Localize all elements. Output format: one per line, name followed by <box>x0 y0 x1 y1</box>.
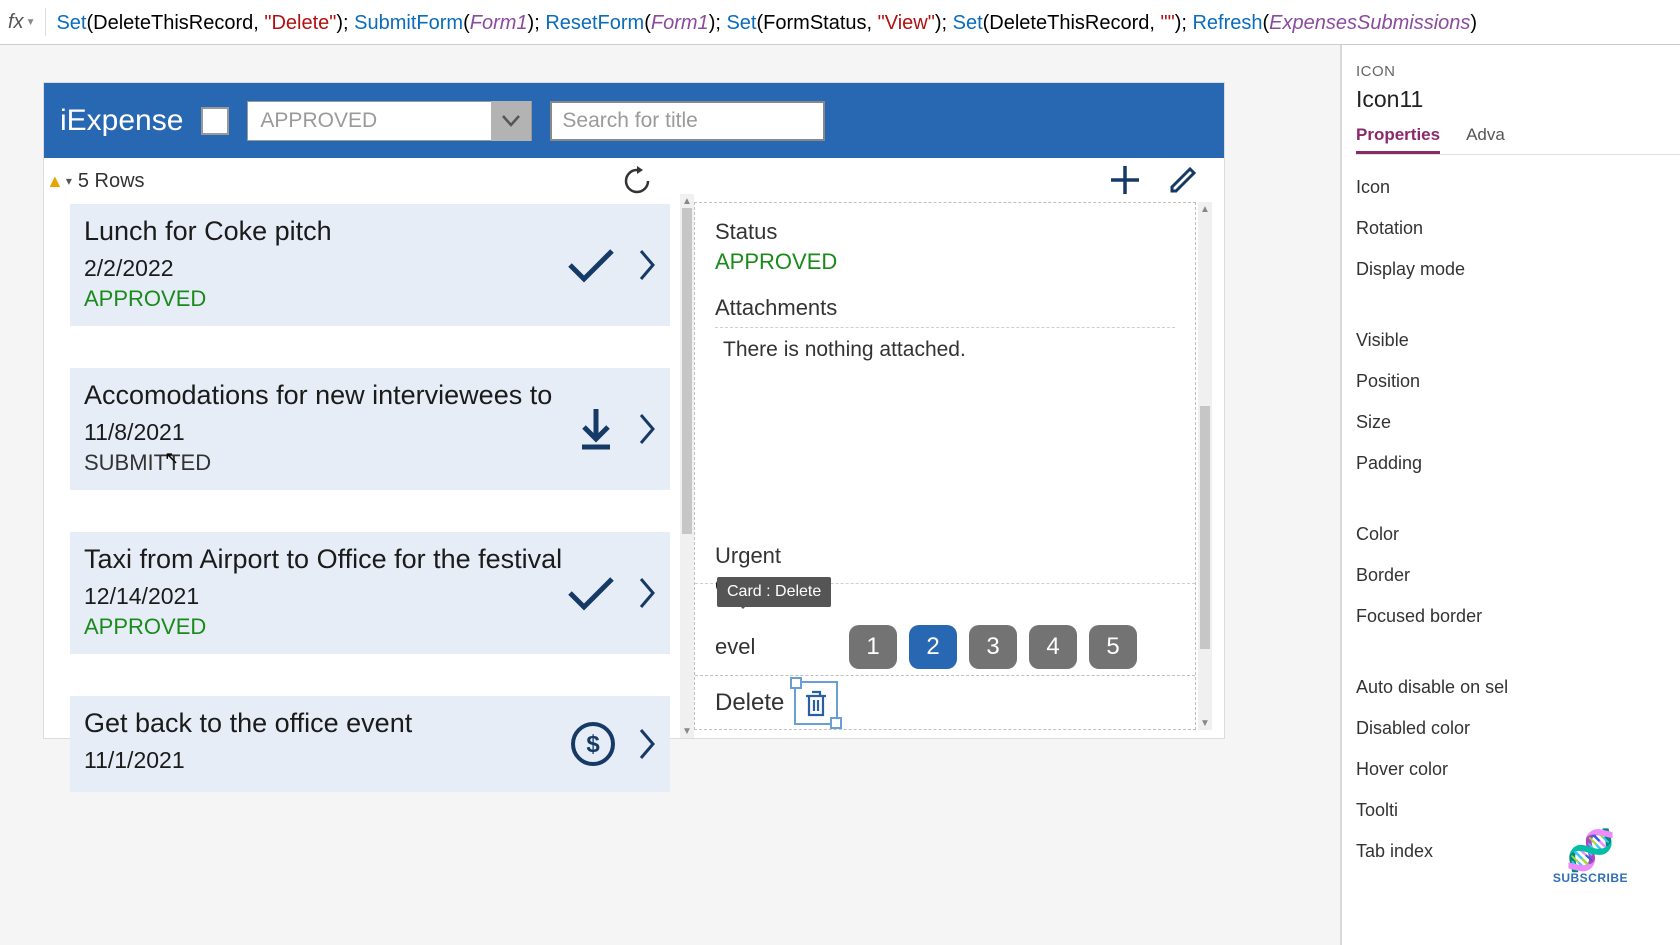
property-row[interactable]: Visible <box>1356 320 1680 361</box>
item-status: APPROVED <box>84 614 656 640</box>
item-title: Taxi from Airport to Office for the fest… <box>84 544 656 575</box>
item-status: SUBMITTED <box>84 450 656 476</box>
detail-form: Status APPROVED Attachments There is not… <box>694 202 1196 730</box>
attachments-label: Attachments <box>715 295 1175 321</box>
subscribe-text: SUBSCRIBE <box>1553 871 1628 885</box>
filter-checkbox[interactable] <box>201 107 229 135</box>
canvas: iExpense APPROVED ▲ ▾ 5 Rows <box>0 45 1340 945</box>
chevron-down-icon[interactable]: ▾ <box>66 174 72 188</box>
item-date: 11/8/2021 <box>84 419 656 446</box>
dna-icon: 🧬 <box>1553 831 1628 871</box>
property-row[interactable]: Border <box>1356 555 1680 596</box>
property-row[interactable]: Auto disable on sel <box>1356 667 1680 708</box>
level-button-3[interactable]: 3 <box>969 625 1017 669</box>
list-item[interactable]: Taxi from Airport to Office for the fest… <box>70 532 670 654</box>
list-item[interactable]: Accomodations for new interviewees to 11/… <box>70 368 670 490</box>
item-title: Lunch for Coke pitch <box>84 216 656 247</box>
tab-advanced[interactable]: Adva <box>1466 125 1505 154</box>
item-title: Accomodations for new interviewees to <box>84 380 656 411</box>
selection-handles[interactable] <box>794 681 838 725</box>
delete-label: Delete <box>715 689 784 717</box>
urgent-label: Urgent <box>715 543 781 569</box>
subscribe-watermark: 🧬 SUBSCRIBE <box>1553 831 1628 885</box>
chevron-down-icon[interactable]: ▼ <box>26 17 36 28</box>
status-value: APPROVED <box>715 249 1175 275</box>
trash-icon[interactable] <box>798 685 834 721</box>
dropdown-value: APPROVED <box>248 109 491 133</box>
formula-input[interactable]: Set(DeleteThisRecord, "Delete"); SubmitF… <box>56 10 1477 35</box>
list-item[interactable]: Lunch for Coke pitch2/2/2022APPROVED <box>70 204 670 326</box>
item-status: APPROVED <box>84 286 656 312</box>
fx-label[interactable]: fx ▼ <box>8 11 35 34</box>
formula-bar: fx ▼ Set(DeleteThisRecord, "Delete"); Su… <box>0 0 1680 45</box>
properties-panel: ICON Icon11 Properties Adva IconRotation… <box>1340 45 1680 945</box>
warning-icon: ▲ <box>46 171 64 192</box>
detail-scrollbar[interactable]: ▲ ▼ <box>1198 202 1212 730</box>
detail-panel: ▲ ▼ Status APPROVED Attachments There is… <box>694 158 1224 738</box>
tab-properties[interactable]: Properties <box>1356 125 1440 154</box>
property-row[interactable]: Size <box>1356 402 1680 443</box>
app-frame: iExpense APPROVED ▲ ▾ 5 Rows <box>44 83 1224 738</box>
scroll-thumb[interactable] <box>1200 406 1210 649</box>
chevron-right-icon[interactable] <box>638 727 656 761</box>
control-name[interactable]: Icon11 <box>1356 86 1680 113</box>
dollar-icon[interactable]: $ <box>570 721 616 767</box>
property-row[interactable]: Focused border <box>1356 596 1680 637</box>
property-row[interactable]: Hover color <box>1356 749 1680 790</box>
search-input[interactable] <box>550 101 825 141</box>
list-panel: ▲ ▾ 5 Rows Lunch for Coke pitch2/2/2022A… <box>44 158 694 738</box>
add-icon[interactable] <box>1108 163 1142 197</box>
control-category: ICON <box>1356 63 1680 80</box>
property-row[interactable]: Display mode <box>1356 249 1680 290</box>
chevron-down-icon[interactable] <box>491 101 531 141</box>
property-row[interactable]: Position <box>1356 361 1680 402</box>
property-row[interactable]: Padding <box>1356 443 1680 484</box>
search-field[interactable] <box>562 109 813 133</box>
app-header: iExpense APPROVED <box>44 83 1224 158</box>
level-button-2[interactable]: 2 <box>909 625 957 669</box>
scroll-down-icon[interactable]: ▼ <box>680 724 694 738</box>
attachments-empty: There is nothing attached. <box>715 328 1175 362</box>
level-button-1[interactable]: 1 <box>849 625 897 669</box>
divider <box>45 8 46 36</box>
list-scrollbar[interactable]: ▲ ▼ <box>680 194 694 738</box>
property-row[interactable]: Tab index <box>1356 831 1680 872</box>
level-button-5[interactable]: 5 <box>1089 625 1137 669</box>
status-dropdown[interactable]: APPROVED <box>247 101 532 141</box>
fx-text: fx <box>8 11 24 34</box>
check-icon[interactable] <box>566 247 616 283</box>
svg-text:$: $ <box>586 731 600 758</box>
chevron-right-icon[interactable] <box>638 412 656 446</box>
app-title: iExpense <box>60 104 183 138</box>
chevron-right-icon[interactable] <box>638 576 656 610</box>
list-item[interactable]: Get back to the office event11/1/2021$ <box>70 696 670 792</box>
level-button-4[interactable]: 4 <box>1029 625 1077 669</box>
reload-icon[interactable] <box>622 166 652 196</box>
property-row[interactable]: Disabled color <box>1356 708 1680 749</box>
scroll-down-icon[interactable]: ▼ <box>1198 716 1212 730</box>
chevron-right-icon[interactable] <box>638 248 656 282</box>
level-label: evel <box>715 634 835 660</box>
check-icon[interactable] <box>566 575 616 611</box>
property-row[interactable]: Toolti <box>1356 790 1680 831</box>
download-icon[interactable] <box>576 407 616 451</box>
property-row[interactable]: Icon <box>1356 167 1680 208</box>
scroll-up-icon[interactable]: ▲ <box>1198 202 1212 216</box>
property-row[interactable]: Rotation <box>1356 208 1680 249</box>
property-row[interactable]: Color <box>1356 514 1680 555</box>
row-count: 5 Rows <box>78 170 145 193</box>
edit-icon[interactable] <box>1168 165 1198 195</box>
scroll-thumb[interactable] <box>682 208 692 534</box>
delete-card[interactable]: Delete <box>695 675 1195 729</box>
status-label: Status <box>715 219 1175 245</box>
tooltip: Card : Delete <box>717 577 831 607</box>
scroll-up-icon[interactable]: ▲ <box>680 194 694 208</box>
